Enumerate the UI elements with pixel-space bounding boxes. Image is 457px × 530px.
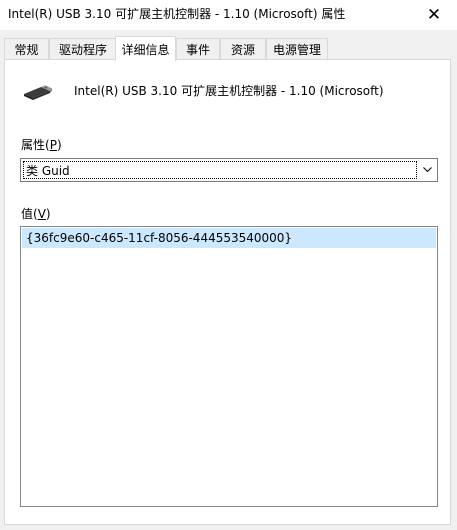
tab-label: 驱动程序 [58,42,107,57]
title-bar: Intel(R) USB 3.10 可扩展主机控制器 - 1.10 (Micro… [0,0,457,30]
tab-label: 详细信息 [121,42,170,57]
tab-label: 资源 [230,42,255,57]
chevron-down-icon [419,161,435,179]
window-title: Intel(R) USB 3.10 可扩展主机控制器 - 1.10 (Micro… [8,7,346,21]
usb-device-icon [24,85,52,100]
tab-general[interactable]: 常规 [4,38,49,59]
tab-label: 电源管理 [272,42,321,57]
property-label: 属性(P) [21,138,62,152]
close-button[interactable]: ✕ [411,0,457,30]
device-name: Intel(R) USB 3.10 可扩展主机控制器 - 1.10 (Micro… [74,84,384,98]
value-label: 值(V) [21,207,51,221]
tab-events[interactable]: 事件 [176,38,220,59]
tab-resources[interactable]: 资源 [220,38,266,59]
close-icon: ✕ [426,5,442,25]
tab-power-management[interactable]: 电源管理 [266,38,328,59]
property-selected-value: 类 Guid [23,161,417,179]
list-item[interactable]: {36fc9e60-c465-11cf-8056-444553540000} [22,228,436,248]
tab-details[interactable]: 详细信息 [115,36,176,61]
details-panel: Intel(R) USB 3.10 可扩展主机控制器 - 1.10 (Micro… [4,59,451,525]
tab-label: 常规 [14,42,39,57]
value-listbox[interactable]: {36fc9e60-c465-11cf-8056-444553540000} [20,226,438,507]
tab-label: 事件 [185,42,210,57]
tab-driver[interactable]: 驱动程序 [49,38,117,59]
property-dropdown[interactable]: 类 Guid [20,158,438,182]
